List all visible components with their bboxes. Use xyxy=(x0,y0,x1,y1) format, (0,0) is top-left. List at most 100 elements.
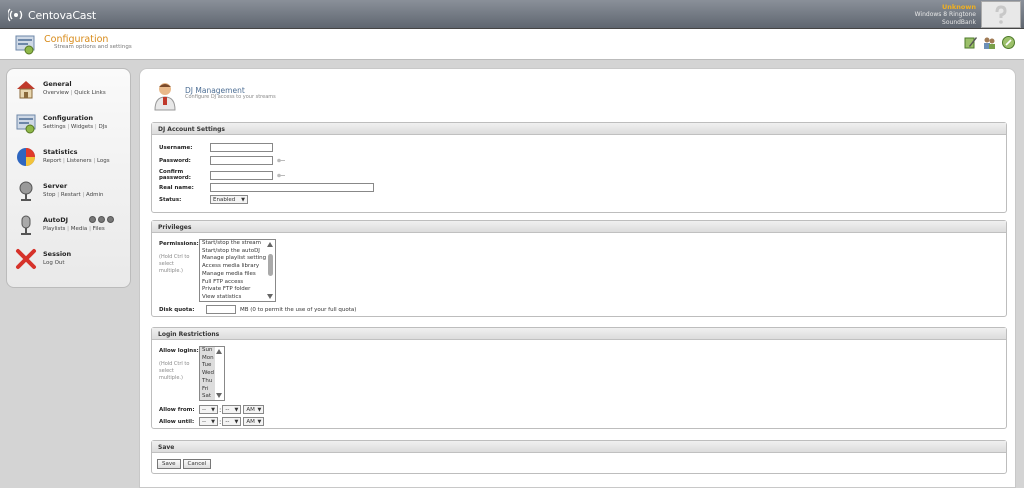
autodj-microphone-icon xyxy=(21,215,31,235)
allow-until-ampm-select[interactable]: AM ▼ xyxy=(243,417,265,426)
nav-link-playlists[interactable]: Playlists xyxy=(43,226,65,232)
cancel-button[interactable]: Cancel xyxy=(182,459,212,469)
key-icon[interactable] xyxy=(277,172,285,179)
allow-from-minute-value: -- xyxy=(225,406,230,413)
allow-until-hour-select[interactable]: -- ▼ xyxy=(199,417,218,426)
username-input[interactable] xyxy=(210,143,273,152)
days-scrollbar[interactable] xyxy=(215,347,224,400)
time-separator: : xyxy=(219,417,222,426)
status-selected-value: Enabled xyxy=(213,196,236,203)
dj-account-settings-section: DJ Account Settings Username: Password: … xyxy=(151,122,1007,213)
help-icon[interactable] xyxy=(1001,35,1016,50)
confirm-password-label: Confirm password: xyxy=(159,169,191,181)
sidebar-title-server: Server xyxy=(43,182,68,190)
allow-from-ampm-select[interactable]: AM ▼ xyxy=(243,405,265,414)
confirm-password-input[interactable] xyxy=(210,170,273,180)
permission-option[interactable]: Access media library xyxy=(200,263,275,271)
chevron-down-icon: ▼ xyxy=(234,418,239,425)
nav-link-listeners[interactable]: Listeners xyxy=(67,158,92,164)
chevron-down-icon: ▼ xyxy=(257,418,262,425)
permission-option[interactable]: Start/stop the autoDJ xyxy=(200,248,275,256)
nav-link-media[interactable]: Media xyxy=(71,226,88,232)
autodj-start-icon[interactable] xyxy=(98,216,105,223)
question-icon xyxy=(995,4,1007,24)
nav-link-quick-links[interactable]: Quick Links xyxy=(74,90,105,96)
allow-from-minute-select[interactable]: -- ▼ xyxy=(222,405,242,414)
dj-account-settings-legend: DJ Account Settings xyxy=(152,123,1006,135)
autodj-skip-icon[interactable] xyxy=(107,216,114,223)
sidebar-title-configuration: Configuration xyxy=(43,114,93,122)
broadcast-icon xyxy=(8,8,23,22)
sidebar-title-statistics: Statistics xyxy=(43,148,78,156)
permission-option[interactable]: Manage playlist settings xyxy=(200,255,275,263)
sidebar-item-session: Session Log Out xyxy=(15,248,71,270)
permission-option[interactable]: View statistics xyxy=(200,294,275,301)
nav-link-djs[interactable]: DJs xyxy=(99,124,108,130)
status-label: Status: xyxy=(159,196,182,203)
autodj-stop-icon[interactable] xyxy=(89,216,96,223)
nav-link-widgets[interactable]: Widgets xyxy=(71,124,93,130)
scroll-down-icon[interactable] xyxy=(267,294,273,299)
permissions-scrollbar[interactable] xyxy=(266,240,275,301)
allow-from-hour-select[interactable]: -- ▼ xyxy=(199,405,218,414)
nav-link-report[interactable]: Report xyxy=(43,158,61,164)
nav-link-files[interactable]: Files xyxy=(93,226,105,232)
microphone-icon xyxy=(19,181,33,201)
edit-icon[interactable] xyxy=(963,35,978,50)
permission-option[interactable]: Start/stop the stream xyxy=(200,240,275,248)
chevron-down-icon: ▼ xyxy=(211,406,215,413)
scroll-up-icon[interactable] xyxy=(216,349,222,354)
permission-option[interactable]: Private FTP folder xyxy=(200,286,275,294)
password-input[interactable] xyxy=(210,156,273,165)
nav-link-logs[interactable]: Logs xyxy=(97,158,110,164)
avatar[interactable] xyxy=(981,1,1021,28)
allow-until-ampm-value: AM xyxy=(246,418,255,425)
scroll-down-icon[interactable] xyxy=(216,393,222,398)
scroll-thumb[interactable] xyxy=(268,254,273,276)
nav-link-restart[interactable]: Restart xyxy=(61,192,81,198)
nav-link-stop[interactable]: Stop xyxy=(43,192,56,198)
chevron-down-icon: ▼ xyxy=(257,406,262,413)
disk-quota-input[interactable] xyxy=(206,305,236,314)
chevron-down-icon: ▼ xyxy=(241,196,245,203)
nav-link-log-out[interactable]: Log Out xyxy=(43,260,65,266)
logout-x-icon xyxy=(16,249,36,269)
real-name-input[interactable] xyxy=(210,183,374,192)
privileges-legend: Privileges xyxy=(152,221,1006,233)
page-header: Configuration Stream options and setting… xyxy=(0,29,1024,60)
permissions-listbox[interactable]: Start/stop the stream Start/stop the aut… xyxy=(199,239,276,302)
nav-link-settings[interactable]: Settings xyxy=(43,124,66,130)
save-button[interactable]: Save xyxy=(157,459,181,469)
allow-until-minute-select[interactable]: -- ▼ xyxy=(222,417,242,426)
save-legend: Save xyxy=(152,441,1006,453)
user-server: SoundBank xyxy=(942,19,976,26)
page-subtitle: Configure DJ access to your streams xyxy=(185,94,276,100)
nav-link-overview[interactable]: Overview xyxy=(43,90,69,96)
configuration-icon xyxy=(16,114,36,134)
allow-from-hour-value: -- xyxy=(202,406,206,413)
sidebar-item-statistics: Statistics Report | Listeners | Logs xyxy=(15,146,110,168)
users-icon[interactable] xyxy=(982,35,997,50)
scroll-up-icon[interactable] xyxy=(267,242,273,247)
home-icon xyxy=(17,81,35,99)
permission-option[interactable]: Manage media files xyxy=(200,271,275,279)
allow-from-ampm-value: AM xyxy=(246,406,255,413)
key-icon[interactable] xyxy=(277,157,285,164)
permission-option[interactable]: Full FTP access xyxy=(200,279,275,287)
real-name-label: Real name: xyxy=(159,184,194,191)
save-section: Save Save Cancel xyxy=(151,440,1007,474)
login-restrictions-legend: Login Restrictions xyxy=(152,328,1006,340)
status-select[interactable]: Enabled ▼ xyxy=(210,195,248,204)
nav-link-admin[interactable]: Admin xyxy=(86,192,104,198)
days-listbox[interactable]: Sun Mon Tue Wed Thu Fri Sat xyxy=(199,346,225,401)
allow-logins-hint: (Hold Ctrl to select multiple.) xyxy=(159,361,190,381)
disk-quota-label: Disk quota: xyxy=(159,306,195,313)
login-restrictions-section: Login Restrictions Allow logins: (Hold C… xyxy=(151,327,1007,429)
permissions-hint: (Hold Ctrl to select multiple.) xyxy=(159,254,190,274)
chevron-down-icon: ▼ xyxy=(211,418,215,425)
sidebar: General Overview | Quick Links Configura… xyxy=(6,68,131,288)
app-logo[interactable]: CentovaCast xyxy=(8,6,96,24)
section-subtitle: Stream options and settings xyxy=(54,44,132,50)
disk-quota-note: MB (0 to permit the use of your full quo… xyxy=(240,306,357,313)
configuration-icon xyxy=(15,35,35,55)
